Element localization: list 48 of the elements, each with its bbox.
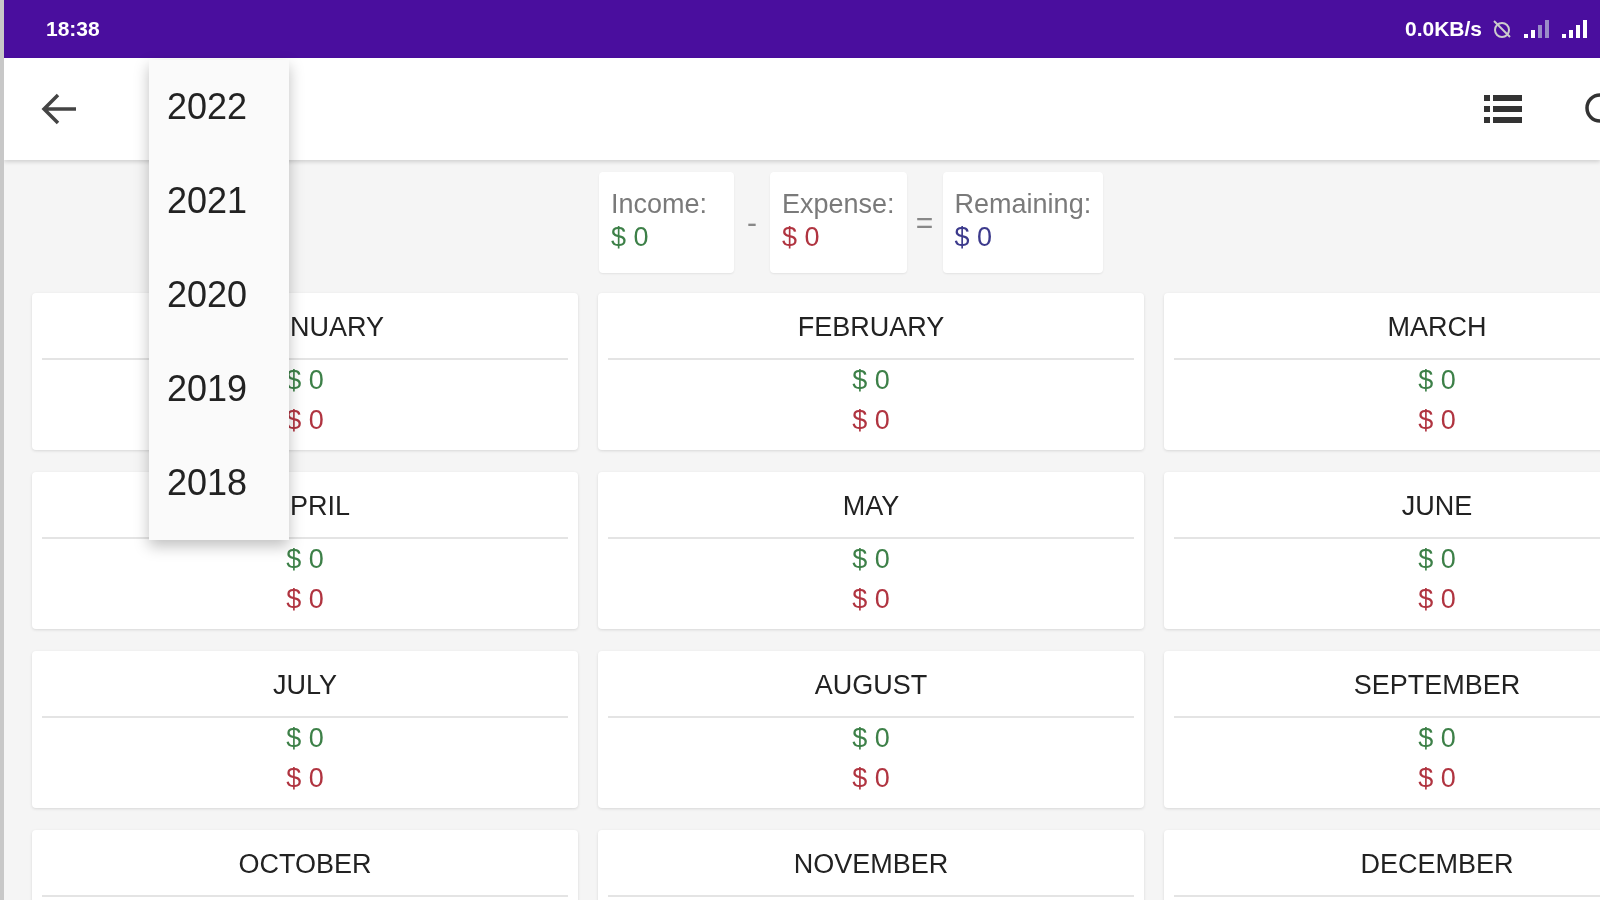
network-speed: 0.0KB/s: [1404, 16, 1482, 43]
month-title: NUARY: [290, 312, 385, 343]
summary-label: Remaining:: [954, 188, 1092, 221]
month-title: JUNE: [1401, 491, 1473, 522]
month-title: OCTOBER: [238, 849, 372, 880]
list-icon[interactable]: [1484, 93, 1522, 125]
signal-icon: [1522, 18, 1552, 40]
income-amount: $ 0: [1418, 365, 1456, 395]
summary-amount: $ 0: [611, 221, 650, 255]
back-icon[interactable]: [40, 92, 78, 126]
month-title: JULY: [273, 670, 337, 701]
month-title: SEPTEMBER: [1353, 670, 1521, 701]
expense-amount: $ 0: [852, 584, 890, 615]
summary-label: Income:: [611, 188, 709, 221]
summary-amount: $ 0: [782, 221, 821, 255]
month-title: PRIL: [290, 491, 351, 522]
year-menu-item[interactable]: 2018: [149, 454, 289, 548]
status-time: 18:38: [46, 16, 100, 43]
income-amount: $ 0: [286, 723, 324, 753]
expense-amount: $ 0: [852, 405, 890, 436]
income-amount: $ 0: [1418, 723, 1456, 753]
operator-sign: =: [914, 205, 935, 242]
year-menu-item[interactable]: 2022: [149, 78, 289, 172]
month-title: AUGUST: [814, 670, 928, 701]
expense-amount: $ 0: [1418, 405, 1456, 436]
month-title: MARCH: [1387, 312, 1487, 343]
month-title: DECEMBER: [1360, 849, 1514, 880]
income-amount: $ 0: [286, 544, 324, 574]
income-amount: $ 0: [852, 365, 890, 395]
year-menu-item[interactable]: 2019: [149, 360, 289, 454]
expense-amount: $ 0: [1418, 584, 1456, 615]
expense-amount: $ 0: [286, 584, 324, 615]
summary-amount: $ 0: [954, 221, 994, 255]
income-amount: $ 0: [852, 544, 890, 574]
month-title: MAY: [842, 491, 900, 522]
income-amount: $ 0: [1418, 544, 1456, 574]
month-title: FEBRUARY: [797, 312, 945, 343]
income-amount: $ 0: [852, 723, 890, 753]
year-menu-item[interactable]: 2021: [149, 172, 289, 266]
expense-amount: $ 0: [286, 763, 324, 794]
expense-amount: $ 0: [852, 763, 890, 794]
summary-label: Expense:: [782, 188, 895, 221]
month-title: NOVEMBER: [793, 849, 949, 880]
expense-amount: $ 0: [1418, 763, 1456, 794]
year-menu-item[interactable]: 2020: [149, 266, 289, 360]
search-icon[interactable]: [1582, 92, 1600, 126]
operator-sign: -: [746, 205, 758, 242]
signal-icon: [1560, 18, 1590, 40]
